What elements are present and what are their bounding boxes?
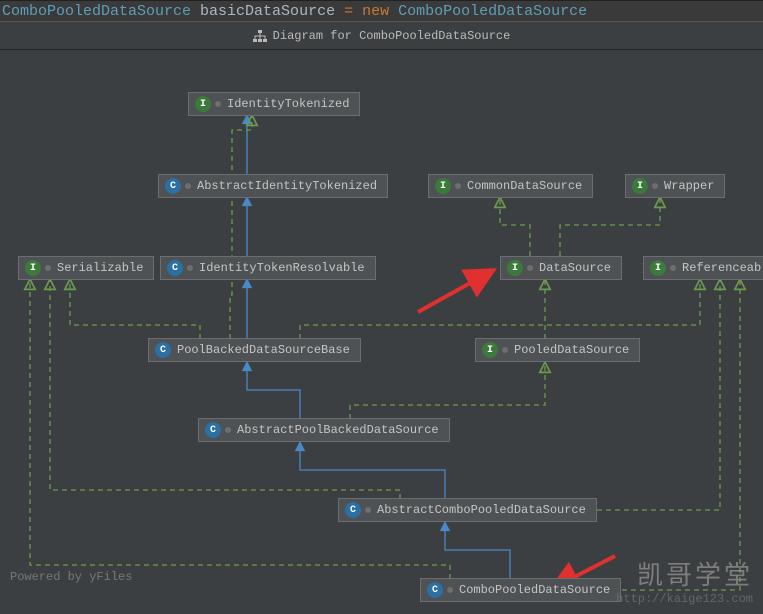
node-label: IdentityTokenResolvable [199,261,365,275]
watermark-cn: 凯哥学堂 [616,555,753,592]
interface-icon: I [435,178,451,194]
interface-icon: I [632,178,648,194]
node-label: ComboPooledDataSource [459,583,610,597]
watermark: 凯哥学堂 http://kaige123.com [616,555,753,606]
watermark-url: http://kaige123.com [616,592,753,606]
node-label: AbstractComboPooledDataSource [377,503,586,517]
node-identity-token-resolvable[interactable]: C IdentityTokenResolvable [160,256,376,280]
modifier-icon [670,265,676,271]
node-label: Wrapper [664,179,714,193]
modifier-icon [502,347,508,353]
node-data-source[interactable]: I DataSource [500,256,622,280]
node-pooled-data-source[interactable]: I PooledDataSource [475,338,640,362]
node-label: PoolBackedDataSourceBase [177,343,350,357]
modifier-icon [455,183,461,189]
diagram-canvas[interactable]: I IdentityTokenized C AbstractIdentityTo… [0,50,763,614]
interface-icon: I [195,96,211,112]
code-type: ComboPooledDataSource [2,3,191,20]
modifier-icon [365,507,371,513]
code-line: ComboPooledDataSource basicDataSource = … [0,0,763,22]
class-icon: C [165,178,181,194]
node-label: CommonDataSource [467,179,582,193]
modifier-icon [527,265,533,271]
interface-icon: I [650,260,666,276]
code-type-2: ComboPooledDataSource [398,3,587,20]
node-abstract-pool-backed-data-source[interactable]: C AbstractPoolBackedDataSource [198,418,450,442]
node-label: DataSource [539,261,611,275]
node-abstract-identity-tokenized[interactable]: C AbstractIdentityTokenized [158,174,388,198]
class-icon: C [427,582,443,598]
node-common-data-source[interactable]: I CommonDataSource [428,174,593,198]
interface-icon: I [482,342,498,358]
node-combo-pooled-data-source[interactable]: C ComboPooledDataSource [420,578,621,602]
node-referenceable[interactable]: I Referenceable [643,256,763,280]
node-identity-tokenized[interactable]: I IdentityTokenized [188,92,360,116]
modifier-icon [45,265,51,271]
class-icon: C [155,342,171,358]
node-label: AbstractIdentityTokenized [197,179,377,193]
code-var: basicDataSource [200,3,335,20]
diagram-icon [253,30,267,42]
code-op: = [344,3,353,20]
node-label: AbstractPoolBackedDataSource [237,423,439,437]
tab-label: Diagram for ComboPooledDataSource [273,29,511,43]
node-wrapper[interactable]: I Wrapper [625,174,725,198]
code-keyword: new [362,3,389,20]
powered-by-label: Powered by yFiles [10,570,132,584]
modifier-icon [185,183,191,189]
edges-layer [0,50,763,614]
interface-icon: I [25,260,41,276]
node-label: PooledDataSource [514,343,629,357]
tab-bar: Diagram for ComboPooledDataSource [0,22,763,50]
node-abstract-combo-pooled-data-source[interactable]: C AbstractComboPooledDataSource [338,498,597,522]
class-icon: C [167,260,183,276]
modifier-icon [652,183,658,189]
node-serializable[interactable]: I Serializable [18,256,154,280]
modifier-icon [215,101,221,107]
modifier-icon [187,265,193,271]
node-pool-backed-data-source-base[interactable]: C PoolBackedDataSourceBase [148,338,361,362]
class-icon: C [345,502,361,518]
node-label: Serializable [57,261,143,275]
node-label: IdentityTokenized [227,97,349,111]
node-label: Referenceable [682,261,763,275]
interface-icon: I [507,260,523,276]
modifier-icon [447,587,453,593]
class-icon: C [205,422,221,438]
modifier-icon [225,427,231,433]
